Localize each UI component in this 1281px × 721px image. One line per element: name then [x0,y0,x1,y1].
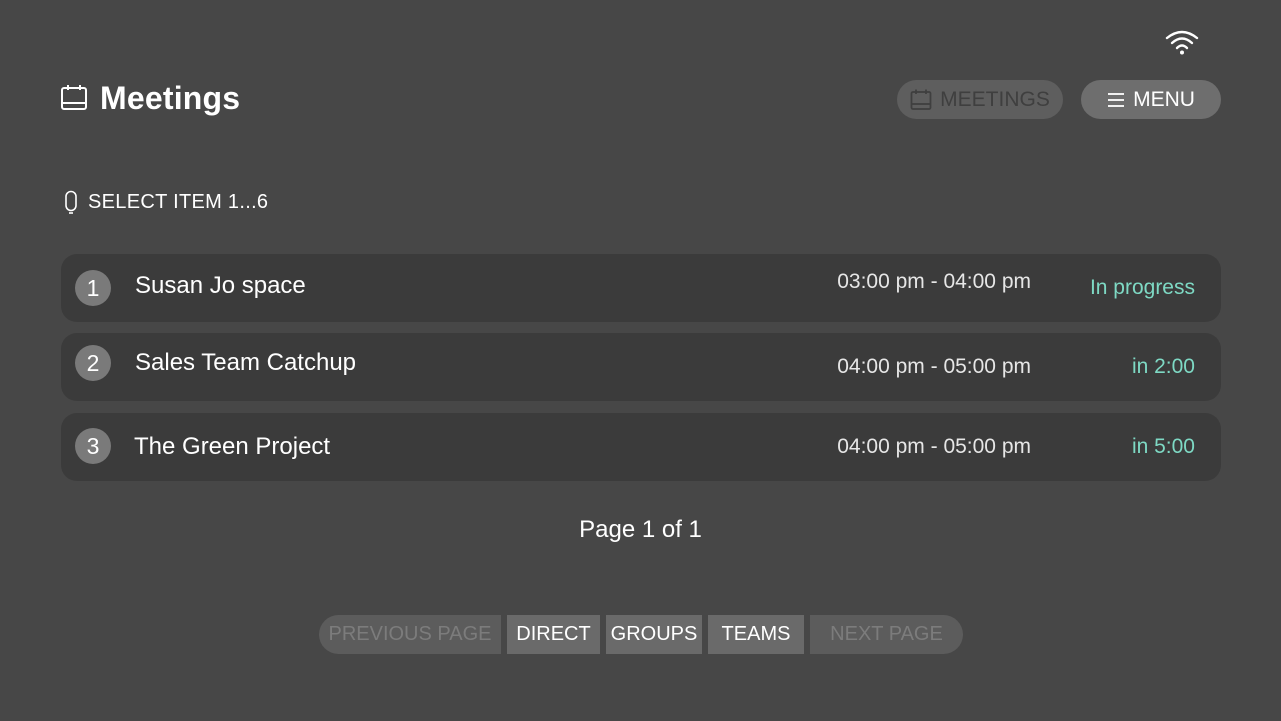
item-number-badge: 1 [75,270,111,306]
meetings-screen: Meetings MEETINGS MENU SELECT ITEM 1...6… [0,0,1281,721]
meeting-row[interactable]: 2 Sales Team Catchup 04:00 pm - 05:00 pm… [61,333,1221,401]
meeting-status: in 2:00 [1131,355,1195,378]
select-hint-text: SELECT ITEM 1...6 [88,190,269,213]
meeting-name: Sales Team Catchup [135,349,357,376]
meetings-button[interactable]: MEETINGS [897,80,1063,119]
meeting-time: 04:00 pm - 05:00 pm [837,435,1031,458]
wifi-icon [1165,30,1199,55]
remote-icon [65,190,77,214]
meeting-status: In progress [1089,276,1195,299]
groups-button[interactable]: GROUPS [606,615,702,654]
meeting-status: in 5:00 [1131,435,1195,458]
calendar-icon [61,85,87,110]
select-hint: SELECT ITEM 1...6 [64,190,268,214]
menu-button[interactable]: MENU [1081,80,1221,119]
direct-button[interactable]: DIRECT [507,615,600,654]
page-indicator: Page 1 of 1 [579,516,702,543]
hamburger-menu-icon [1108,92,1125,107]
meeting-time: 03:00 pm - 04:00 pm [837,270,1031,293]
item-number-badge: 2 [75,345,111,381]
meeting-name: The Green Project [134,433,331,460]
bottom-navigation: PREVIOUS PAGE DIRECT GROUPS TEAMS NEXT P… [319,615,963,654]
page-header: Meetings [60,76,240,120]
meeting-row[interactable]: 1 Susan Jo space 03:00 pm - 04:00 pm In … [61,254,1221,322]
page-title: Meetings [100,79,241,116]
item-number-badge: 3 [75,428,111,464]
meeting-row[interactable]: 3 The Green Project 04:00 pm - 05:00 pm … [61,413,1221,481]
menu-button-label: MENU [1133,87,1195,111]
meeting-name: Susan Jo space [135,272,306,299]
teams-button[interactable]: TEAMS [708,615,804,654]
previous-page-button[interactable]: PREVIOUS PAGE [319,615,501,654]
meeting-time: 04:00 pm - 05:00 pm [837,355,1031,378]
next-page-button[interactable]: NEXT PAGE [810,615,963,654]
meetings-button-label: MEETINGS [940,87,1050,111]
calendar-icon [910,89,932,110]
